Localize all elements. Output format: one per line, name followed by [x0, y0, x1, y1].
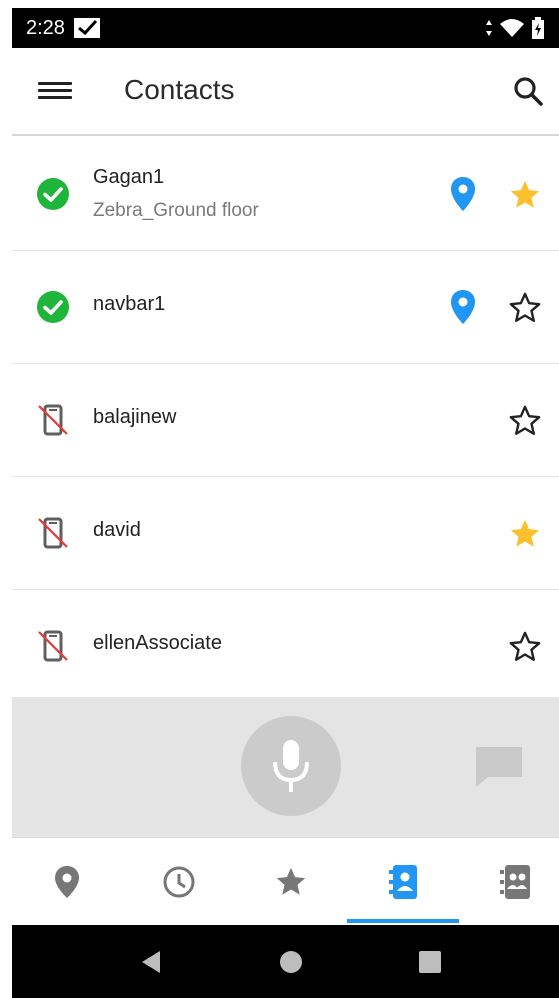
- app-bar: Contacts: [12, 48, 559, 136]
- contact-list: Gagan1 Zebra_Ground floor navbar1 balajinew…: [12, 138, 559, 703]
- screen-edge: [0, 0, 12, 998]
- location-pin-icon[interactable]: [450, 176, 476, 212]
- bottom-nav: [12, 837, 559, 925]
- contact-name: balajinew: [93, 406, 177, 428]
- groups-icon: [500, 865, 530, 899]
- page-title: Contacts: [124, 74, 235, 105]
- available-status-icon: [37, 291, 69, 323]
- status-bar: 2:28: [12, 8, 559, 48]
- hamburger-menu-icon[interactable]: [38, 78, 72, 106]
- battery-charging-icon: [532, 17, 544, 39]
- data-arrows-icon: [486, 20, 492, 36]
- contact-row[interactable]: david: [12, 477, 559, 590]
- recents-icon[interactable]: [417, 949, 443, 975]
- phone-offline-icon: [38, 630, 68, 662]
- wifi-icon: [500, 19, 524, 37]
- tab-favorites[interactable]: [236, 838, 346, 926]
- phone-offline-icon: [38, 517, 68, 549]
- location-icon: [55, 866, 79, 898]
- microphone-icon: [273, 740, 309, 792]
- contacts-icon: [389, 865, 417, 899]
- location-pin-icon[interactable]: [450, 289, 476, 325]
- status-right: [485, 17, 545, 39]
- favorite-star-outline-icon[interactable]: [508, 291, 542, 325]
- history-clock-icon: [163, 866, 195, 898]
- favorite-star-filled-icon[interactable]: [508, 517, 542, 551]
- tab-groups[interactable]: [460, 838, 559, 926]
- home-icon[interactable]: [278, 949, 304, 975]
- favorite-star-outline-icon[interactable]: [508, 404, 542, 438]
- phone-offline-icon: [38, 404, 68, 436]
- contact-name: navbar1: [93, 293, 166, 315]
- available-status-icon: [37, 178, 69, 210]
- status-left: 2:28: [26, 17, 101, 40]
- back-icon[interactable]: [138, 949, 164, 975]
- chat-bubble-icon[interactable]: [474, 745, 524, 787]
- voice-panel: [12, 697, 559, 837]
- selected-tab-indicator: [347, 919, 459, 923]
- contact-name: Gagan1: [93, 166, 165, 188]
- contact-row[interactable]: ellenAssociate: [12, 590, 559, 703]
- search-icon[interactable]: [511, 74, 545, 108]
- favorite-star-filled-icon[interactable]: [508, 178, 542, 212]
- tab-location[interactable]: [12, 838, 122, 926]
- favorite-star-outline-icon[interactable]: [508, 630, 542, 664]
- favorites-star-icon: [276, 867, 306, 895]
- contact-name: david: [93, 519, 141, 541]
- tab-history[interactable]: [124, 838, 234, 926]
- contact-location: Zebra_Ground floor: [93, 200, 259, 221]
- status-time: 2:28: [26, 16, 65, 39]
- microphone-button[interactable]: [241, 716, 341, 816]
- contact-name: ellenAssociate: [93, 632, 222, 654]
- contact-row[interactable]: navbar1: [12, 251, 559, 364]
- contact-row[interactable]: Gagan1 Zebra_Ground floor: [12, 138, 559, 251]
- app-screen: 2:28 Contacts Gagan1 Zebra_Ground floor …: [0, 0, 559, 998]
- contact-row[interactable]: balajinew: [12, 364, 559, 477]
- system-nav-bar: [12, 925, 559, 998]
- message-check-icon: [73, 18, 100, 38]
- tab-contacts[interactable]: [348, 838, 458, 926]
